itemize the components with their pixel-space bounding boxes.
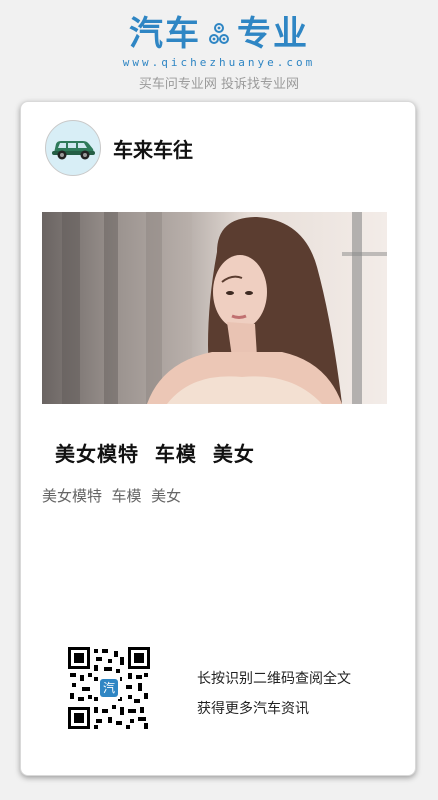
article-title: 美女模特 车模 美女 <box>55 442 255 466</box>
account-name: 车来车往 <box>113 137 193 162</box>
hero-image[interactable] <box>42 212 387 404</box>
brand-logo: 汽车 专业 <box>129 14 309 54</box>
brand-slogan: 买车问专业网 投诉找专业网 <box>138 77 300 92</box>
article-card: 车来车往 美女模特 车模 美女 美女模特 车模 美女 汽 长按识别二维码查阅全文… <box>20 101 416 776</box>
qr-caption: 长按识别二维码查阅全文 获得更多汽车资讯 <box>197 664 351 724</box>
account-header: 车来车往 <box>45 120 193 176</box>
brand-logo-right: 专业 <box>237 14 309 54</box>
svg-text:汽: 汽 <box>103 680 115 695</box>
qr-code[interactable]: 汽 <box>68 647 150 729</box>
car-icon <box>52 141 95 160</box>
gear-icon <box>209 23 229 44</box>
brand-header: 汽车 专业 www.qichezhuanye.com 买车问专业网 投诉找专业网 <box>0 14 438 92</box>
qr-caption-line2: 获得更多汽车资讯 <box>197 701 309 717</box>
article-tags: 美女模特 车模 美女 <box>42 487 182 505</box>
qr-caption-line1: 长按识别二维码查阅全文 <box>197 671 351 687</box>
avatar[interactable] <box>45 120 101 176</box>
brand-logo-left: 汽车 <box>129 14 201 54</box>
brand-url: www.qichezhuanye.com <box>122 56 316 69</box>
model-photo <box>42 212 387 404</box>
